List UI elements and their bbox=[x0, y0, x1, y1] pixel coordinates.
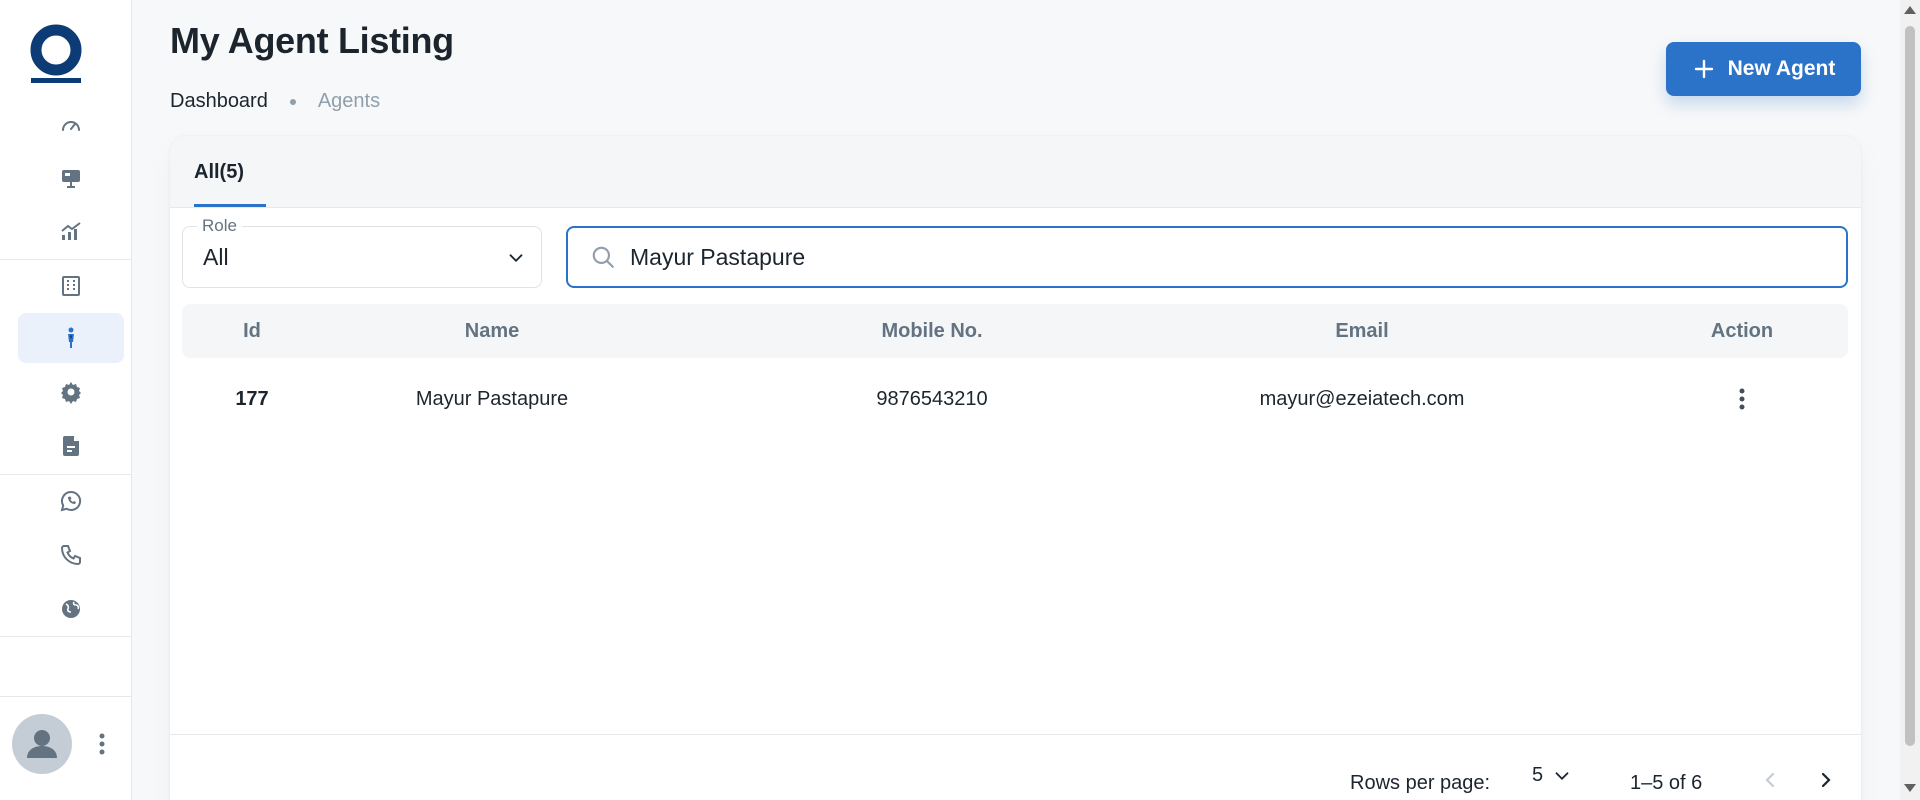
document-icon bbox=[63, 436, 79, 456]
sidebar-item-phone[interactable] bbox=[18, 530, 124, 580]
table-header: Id Name Mobile No. Email Action bbox=[182, 304, 1848, 358]
tab-active-indicator bbox=[194, 204, 266, 207]
rows-per-page-label: Rows per page: bbox=[1350, 772, 1491, 794]
previous-page-button[interactable] bbox=[1754, 764, 1786, 796]
search-field[interactable] bbox=[566, 226, 1848, 288]
sidebar-item-globe[interactable] bbox=[18, 584, 124, 634]
phone-icon bbox=[60, 545, 81, 566]
agents-card: All(5) Role All Id Name Mobile No. Email… bbox=[170, 136, 1861, 800]
chevron-down-icon bbox=[1555, 771, 1569, 780]
sidebar-divider bbox=[0, 259, 132, 260]
sidebar-item-analytics[interactable] bbox=[18, 206, 124, 256]
column-header-id[interactable]: Id bbox=[212, 304, 292, 358]
sidebar-item-agents[interactable] bbox=[18, 313, 124, 363]
sidebar-item-building[interactable] bbox=[18, 261, 124, 311]
scrollbar-thumb[interactable] bbox=[1905, 26, 1915, 746]
breadcrumb-agents: Agents bbox=[317, 90, 381, 112]
cell-id: 177 bbox=[235, 387, 269, 410]
cell-email: mayur@ezeiatech.com bbox=[1259, 387, 1465, 410]
cell-mobile: 9876543210 bbox=[876, 387, 988, 410]
sidebar-item-whatsapp[interactable] bbox=[18, 476, 124, 526]
plus-icon bbox=[1694, 59, 1713, 79]
role-select-value: All bbox=[203, 244, 229, 270]
search-input[interactable] bbox=[630, 243, 1810, 271]
breadcrumb-dashboard[interactable]: Dashboard bbox=[170, 90, 268, 113]
column-header-action: Action bbox=[1710, 319, 1774, 342]
user-avatar[interactable] bbox=[12, 714, 72, 774]
scroll-up-arrow-icon[interactable] bbox=[1904, 6, 1916, 14]
cell-name: Mayur Pastapure bbox=[415, 387, 569, 410]
next-page-button[interactable] bbox=[1810, 764, 1842, 796]
building-icon bbox=[62, 276, 80, 296]
presentation-icon bbox=[62, 170, 80, 188]
chevron-left-icon bbox=[1765, 772, 1775, 788]
column-header-name[interactable]: Name bbox=[392, 304, 592, 358]
globe-icon bbox=[62, 600, 80, 618]
chevron-right-icon bbox=[1821, 772, 1831, 788]
sidebar-item-settings[interactable] bbox=[18, 367, 124, 417]
tab-all[interactable]: All(5) bbox=[194, 136, 244, 208]
sidebar-divider bbox=[0, 696, 132, 697]
scroll-down-arrow-icon[interactable] bbox=[1904, 784, 1916, 792]
sidebar-divider bbox=[0, 636, 132, 637]
sidebar-divider bbox=[0, 474, 132, 475]
role-select-label: Role bbox=[197, 216, 242, 236]
analytics-chart-icon bbox=[61, 222, 81, 240]
new-agent-button[interactable]: New Agent bbox=[1666, 42, 1861, 96]
breadcrumb-separator bbox=[289, 98, 296, 105]
pagination-range: 1–5 of 6 bbox=[1630, 772, 1703, 794]
new-agent-button-label: New Agent bbox=[1727, 57, 1836, 80]
search-icon bbox=[592, 246, 614, 268]
rows-per-page-value: 5 bbox=[1532, 764, 1544, 786]
rows-per-page-select[interactable]: 5 bbox=[1532, 764, 1573, 787]
cell-action bbox=[1682, 364, 1802, 434]
table-footer-divider bbox=[170, 734, 1861, 735]
page-scrollbar[interactable] bbox=[1900, 0, 1920, 800]
page-title: My Agent Listing bbox=[170, 20, 454, 61]
sidebar-item-dashboard[interactable] bbox=[18, 100, 124, 150]
tabs-bar: All(5) bbox=[170, 136, 1861, 208]
agent-person-icon bbox=[68, 327, 74, 348]
breadcrumb: Dashboard Agents bbox=[170, 90, 380, 113]
table-row[interactable]: 177 Mayur Pastapure 9876543210 mayur@eze… bbox=[182, 364, 1848, 434]
gear-icon bbox=[61, 382, 81, 404]
chevron-down-icon bbox=[509, 254, 523, 263]
column-header-mobile[interactable]: Mobile No. bbox=[842, 304, 1022, 358]
column-header-email[interactable]: Email bbox=[1242, 304, 1482, 358]
sidebar-item-presentation[interactable] bbox=[18, 153, 124, 203]
row-actions-more-icon[interactable] bbox=[1726, 383, 1758, 415]
sidebar bbox=[0, 0, 132, 800]
user-menu-more-icon[interactable] bbox=[92, 728, 112, 760]
user-avatar-icon bbox=[27, 730, 57, 758]
app-logo-icon[interactable] bbox=[30, 24, 82, 86]
whatsapp-icon bbox=[60, 490, 82, 512]
sidebar-item-documents[interactable] bbox=[18, 421, 124, 471]
role-select[interactable]: Role All bbox=[182, 216, 542, 288]
dashboard-gauge-icon bbox=[62, 121, 80, 131]
